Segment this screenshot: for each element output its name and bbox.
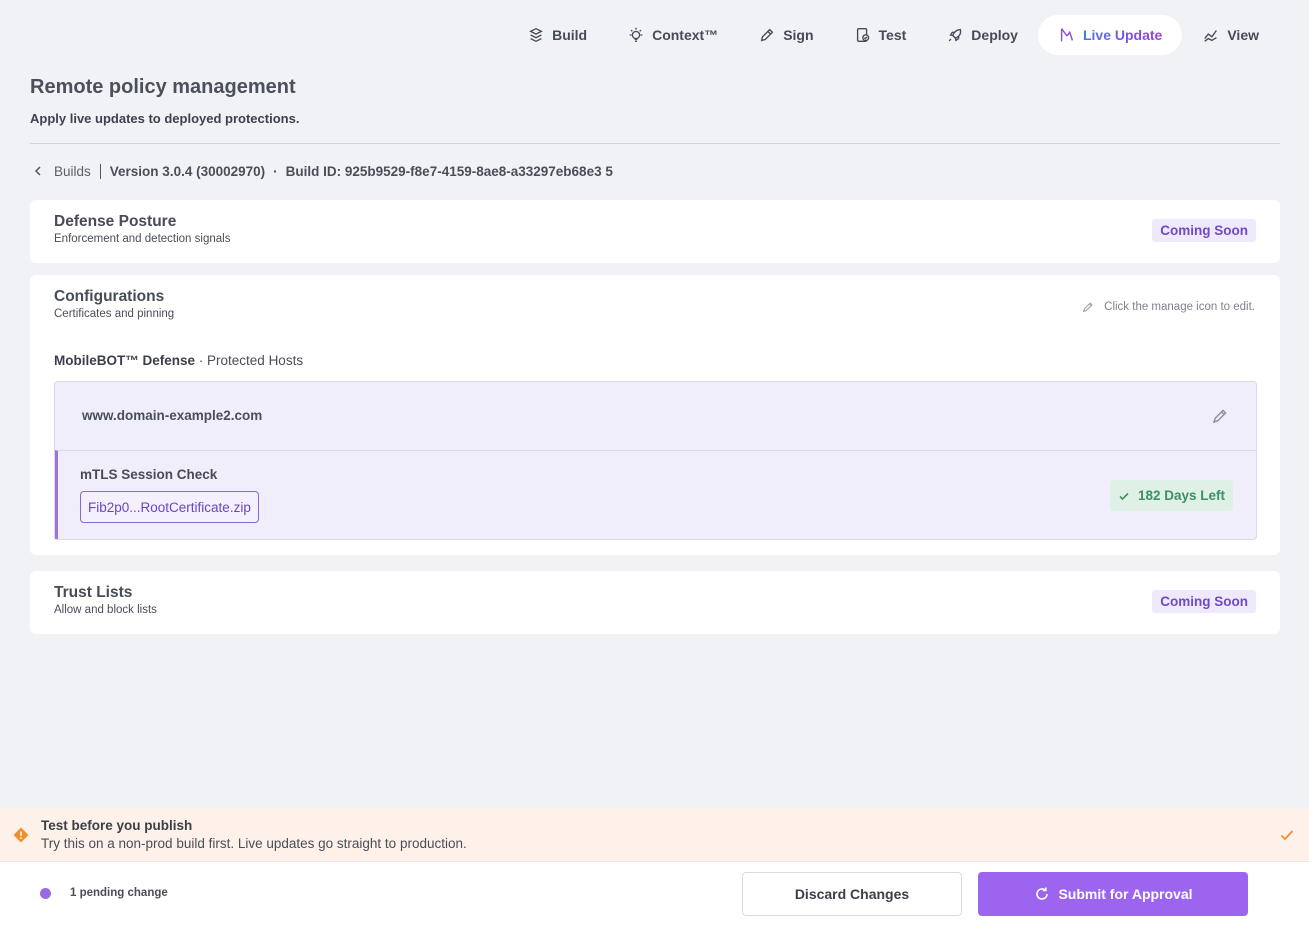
nav-test[interactable]: Test xyxy=(834,15,927,55)
submit-label: Submit for Approval xyxy=(1058,886,1193,902)
warning-title: Test before you publish xyxy=(41,818,193,833)
chart-line-icon xyxy=(1202,26,1220,44)
mtls-check-row: mTLS Session Check Fib2p0...RootCertific… xyxy=(55,450,1256,539)
manage-hint: Click the manage icon to edit. xyxy=(1081,300,1255,314)
card-subtitle: Certificates and pinning xyxy=(54,308,175,320)
days-left-badge: 182 Days Left xyxy=(1109,480,1233,511)
section-label-rest: · Protected Hosts xyxy=(195,353,304,368)
pending-status-dot xyxy=(40,888,51,899)
live-update-icon xyxy=(1058,26,1076,44)
protected-hosts-label: MobileBOT™ Defense · Protected Hosts xyxy=(54,353,303,368)
mtls-title: mTLS Session Check xyxy=(80,467,218,482)
breadcrumb-build-id: Build ID: 925b9529-f8e7-4159-8ae8-a33297… xyxy=(285,163,613,179)
days-left-text: 182 Days Left xyxy=(1137,488,1225,503)
nav-sign[interactable]: Sign xyxy=(738,15,833,55)
breadcrumb: Builds Version 3.0.4 (30002970) · Build … xyxy=(30,163,613,179)
manage-hint-text: Click the manage icon to edit. xyxy=(1104,301,1255,313)
defense-posture-card: Defense Posture Enforcement and detectio… xyxy=(30,200,1280,263)
warning-icon xyxy=(12,826,30,844)
discard-label: Discard Changes xyxy=(794,886,910,902)
breadcrumb-builds-link[interactable]: Builds xyxy=(54,164,91,179)
nav-label: Context™ xyxy=(652,27,719,43)
host-panel: www.domain-example2.com mTLS Session Che… xyxy=(54,381,1257,540)
nav-build[interactable]: Build xyxy=(507,15,607,55)
nav-label: Build xyxy=(552,27,588,43)
action-footer: 1 pending change Discard Changes Submit … xyxy=(0,861,1309,925)
certificate-file-chip[interactable]: Fib2p0...RootCertificate.zip xyxy=(80,491,259,523)
warning-banner: Test before you publish Try this on a no… xyxy=(0,808,1309,861)
warning-text: Try this on a non-prod build first. Live… xyxy=(41,836,467,851)
nav-deploy[interactable]: Deploy xyxy=(926,15,1038,55)
nav-view[interactable]: View xyxy=(1182,15,1279,55)
check-icon[interactable] xyxy=(1279,827,1295,843)
edit-pencil-icon[interactable] xyxy=(1211,407,1229,425)
card-title: Trust Lists xyxy=(54,584,133,601)
nav-label: Live Update xyxy=(1082,27,1163,43)
host-name: www.domain-example2.com xyxy=(82,408,263,423)
check-icon xyxy=(1119,492,1129,500)
card-title: Defense Posture xyxy=(54,213,177,230)
submit-for-approval-button[interactable]: Submit for Approval xyxy=(978,872,1248,916)
configurations-card: Configurations Certificates and pinning … xyxy=(30,275,1280,555)
page-subtitle: Apply live updates to deployed protectio… xyxy=(30,111,300,126)
breadcrumb-version: Version 3.0.4 (30002970) xyxy=(109,163,266,179)
chevron-left-icon[interactable] xyxy=(30,163,46,179)
nav-label: Test xyxy=(878,27,907,43)
nav-live-update[interactable]: Live Update xyxy=(1037,15,1183,55)
clipboard-check-icon xyxy=(854,26,872,44)
refresh-icon xyxy=(1036,887,1049,900)
breadcrumb-separator xyxy=(99,163,101,179)
pen-icon xyxy=(758,26,776,44)
pencil-icon xyxy=(1082,302,1093,313)
card-subtitle: Allow and block lists xyxy=(54,604,157,616)
trust-lists-card: Trust Lists Allow and block lists Coming… xyxy=(30,571,1280,634)
nav-context[interactable]: Context™ xyxy=(607,15,738,55)
discard-changes-button[interactable]: Discard Changes xyxy=(742,872,962,916)
pending-change-text: 1 pending change xyxy=(70,887,168,899)
card-subtitle: Enforcement and detection signals xyxy=(54,233,231,245)
nav-label: Deploy xyxy=(971,27,1018,43)
nav-label: Sign xyxy=(783,27,814,43)
top-navigation: Build Context™ Sign Test Deploy Live Upd… xyxy=(507,15,1279,55)
section-label-bold: MobileBOT™ Defense xyxy=(54,353,196,368)
coming-soon-badge: Coming Soon xyxy=(1152,219,1256,242)
nav-label: View xyxy=(1227,27,1259,43)
coming-soon-badge: Coming Soon xyxy=(1152,590,1256,613)
layers-icon xyxy=(527,26,545,44)
header-divider xyxy=(30,143,1280,144)
lightbulb-icon xyxy=(627,26,645,44)
breadcrumb-dot: · xyxy=(273,163,278,179)
page-title: Remote policy management xyxy=(30,76,296,98)
card-title: Configurations xyxy=(54,288,165,305)
rocket-icon xyxy=(946,26,964,44)
